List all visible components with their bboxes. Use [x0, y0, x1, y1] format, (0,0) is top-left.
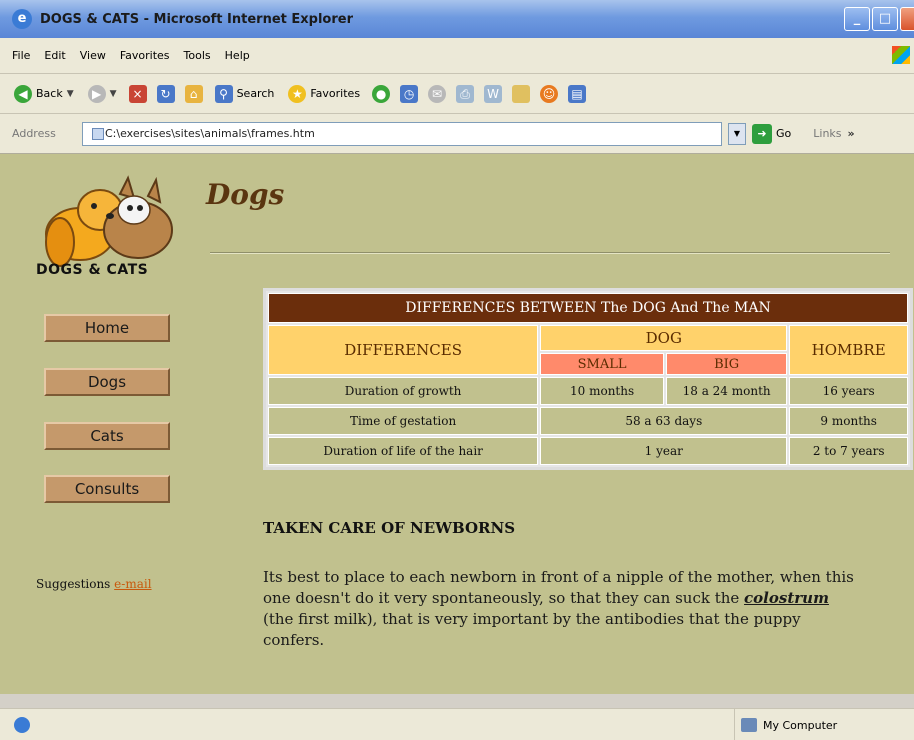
- star-icon: ★: [288, 84, 307, 103]
- go-label: Go: [776, 127, 792, 140]
- logo-text: DOGS & CATS: [36, 262, 149, 278]
- home-icon[interactable]: ⌂: [184, 84, 203, 103]
- paragraph-text-end: (the first milk), that is very important…: [263, 610, 801, 649]
- header-small: SMALL: [540, 353, 664, 375]
- colostrum-term: colostrum: [744, 589, 829, 607]
- page-status-icon: [14, 716, 30, 733]
- refresh-icon[interactable]: ↻: [156, 84, 175, 103]
- window-controls: _ □: [844, 7, 914, 31]
- back-label: Back: [36, 87, 63, 100]
- folder-icon[interactable]: [512, 84, 531, 103]
- favorites-label: Favorites: [310, 87, 361, 100]
- research-icon[interactable]: ▤: [568, 84, 587, 103]
- nav-cats-button[interactable]: Cats: [44, 422, 170, 450]
- forward-button[interactable]: ▶ ▼: [86, 81, 119, 107]
- address-dropdown[interactable]: ▼: [728, 122, 746, 145]
- header-hombre: HOMBRE: [789, 325, 908, 375]
- row-label: Duration of growth: [268, 377, 539, 405]
- messenger-icon[interactable]: ☺: [540, 84, 559, 103]
- differences-table: DIFFERENCES BETWEEN The DOG And The MAN …: [263, 288, 913, 470]
- search-label: Search: [236, 87, 275, 100]
- minimize-button[interactable]: _: [844, 7, 870, 31]
- stop-icon[interactable]: ×: [128, 84, 147, 103]
- status-bar: My Computer: [0, 708, 914, 740]
- chevron-down-icon: ▼: [109, 88, 117, 99]
- table-caption: DIFFERENCES BETWEEN The DOG And The MAN: [268, 293, 908, 323]
- address-bar: Address C:\exercises\sites\animals\frame…: [0, 114, 914, 154]
- header-differences: DIFFERENCES: [268, 325, 539, 375]
- search-icon: ⚲: [214, 84, 233, 103]
- search-button[interactable]: ⚲ Search: [213, 81, 277, 107]
- suggestions-label: Suggestions: [36, 577, 111, 591]
- security-zone: My Computer: [734, 709, 914, 740]
- horizontal-rule: [210, 252, 890, 254]
- email-link[interactable]: e-mail: [114, 577, 151, 591]
- chevron-down-icon: ▼: [66, 88, 74, 99]
- menu-edit[interactable]: Edit: [44, 49, 65, 62]
- header-dog: DOG: [540, 325, 788, 351]
- edit-icon[interactable]: W: [484, 84, 503, 103]
- menu-bar: File Edit View Favorites Tools Help: [0, 38, 914, 74]
- forward-arrow-icon: ▶: [87, 84, 106, 103]
- table-row: Duration of growth 10 months 18 a 24 mon…: [268, 377, 908, 405]
- back-arrow-icon: ◀: [14, 84, 32, 103]
- page-title: Dogs: [206, 178, 285, 211]
- nav-home-button[interactable]: Home: [44, 314, 170, 342]
- chevron-right-icon: »: [847, 127, 855, 140]
- table-row: Time of gestation 58 a 63 days 9 months: [268, 407, 908, 435]
- window-title: DOGS & CATS - Microsoft Internet Explore…: [40, 11, 353, 27]
- back-button[interactable]: ◀ Back ▼: [12, 81, 76, 107]
- address-input[interactable]: C:\exercises\sites\animals\frames.htm: [82, 121, 722, 146]
- nav-consults-button[interactable]: Consults: [44, 475, 170, 503]
- close-button[interactable]: [900, 7, 914, 31]
- go-arrow-icon: ➜: [752, 123, 772, 144]
- print-icon[interactable]: ⎙: [456, 84, 475, 103]
- mail-icon[interactable]: ✉: [428, 84, 447, 103]
- cell-hombre: 9 months: [789, 407, 908, 435]
- left-frame: DOGS & CATS Home Dogs Cats Consults Sugg…: [0, 154, 200, 694]
- menu-help[interactable]: Help: [225, 49, 250, 62]
- computer-icon: [741, 718, 757, 732]
- cell-big: 18 a 24 month: [665, 377, 788, 405]
- newborn-paragraph: Its best to place to each newborn in fro…: [263, 567, 863, 651]
- nav-dogs-button[interactable]: Dogs: [44, 368, 170, 396]
- page-icon: [92, 128, 104, 140]
- links-button[interactable]: Links »: [813, 127, 854, 140]
- section-heading: TAKEN CARE OF NEWBORNS: [263, 519, 516, 537]
- cell-small: 10 months: [540, 377, 664, 405]
- row-label: Time of gestation: [268, 407, 539, 435]
- menu-file[interactable]: File: [12, 49, 30, 62]
- windows-flag-icon: [892, 46, 910, 64]
- menu-view[interactable]: View: [80, 49, 106, 62]
- window-titlebar: e DOGS & CATS - Microsoft Internet Explo…: [0, 0, 914, 38]
- table-row: Duration of life of the hair 1 year 2 to…: [268, 437, 908, 465]
- address-label: Address: [12, 127, 56, 140]
- ie-logo-icon: e: [12, 9, 32, 29]
- cell-hombre: 2 to 7 years: [789, 437, 908, 465]
- favorites-button[interactable]: ★ Favorites: [286, 81, 362, 107]
- cell-dog: 1 year: [540, 437, 788, 465]
- suggestions: Suggestions e-mail: [36, 577, 152, 591]
- menu-favorites[interactable]: Favorites: [120, 49, 170, 62]
- go-button[interactable]: ➜ Go: [752, 123, 792, 144]
- menu-tools[interactable]: Tools: [184, 49, 211, 62]
- cell-dog: 58 a 63 days: [540, 407, 788, 435]
- row-label: Duration of life of the hair: [268, 437, 539, 465]
- links-label: Links: [813, 127, 842, 140]
- media-icon[interactable]: ●: [372, 84, 391, 103]
- cell-hombre: 16 years: [789, 377, 908, 405]
- header-big: BIG: [665, 353, 788, 375]
- maximize-button[interactable]: □: [872, 7, 898, 31]
- history-icon[interactable]: ◷: [400, 84, 419, 103]
- standard-toolbar: ◀ Back ▼ ▶ ▼ × ↻ ⌂ ⚲ Search ★ Favorites …: [0, 74, 914, 114]
- page-viewport: DOGS & CATS Home Dogs Cats Consults Sugg…: [0, 154, 914, 694]
- zone-label: My Computer: [763, 718, 838, 732]
- main-frame: Dogs DIFFERENCES BETWEEN The DOG And The…: [200, 154, 914, 694]
